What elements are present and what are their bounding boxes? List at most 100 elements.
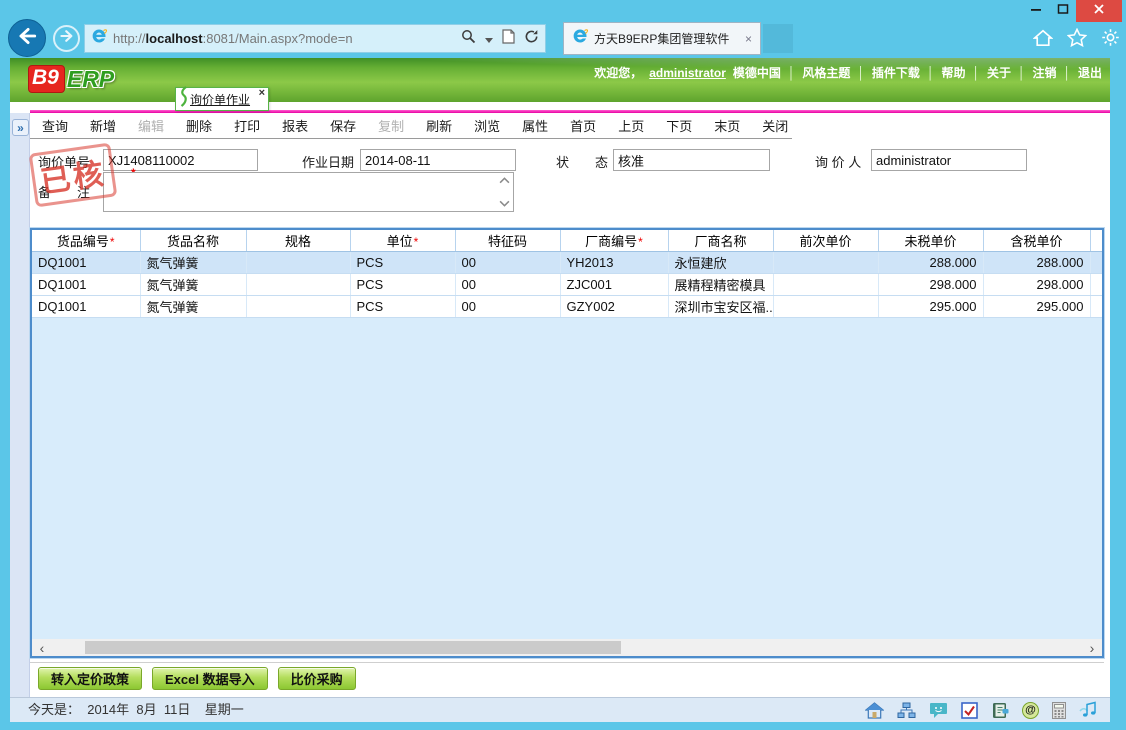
chat-icon[interactable] bbox=[929, 702, 948, 719]
header-link[interactable]: 插件下载 bbox=[872, 64, 920, 81]
address-bar[interactable]: http://localhost:8081/Main.aspx?mode=n bbox=[84, 24, 546, 53]
cell-vendor-name[interactable]: 展精程精密模具 bbox=[668, 273, 773, 295]
toolbar-button[interactable]: 属性 bbox=[522, 116, 548, 135]
cell-vendor-code[interactable]: GZY002 bbox=[560, 295, 668, 317]
column-header[interactable]: 特征码* bbox=[455, 230, 560, 251]
column-header[interactable]: 含税单价* bbox=[983, 230, 1090, 251]
cell-vendor-code[interactable]: YH2013 bbox=[560, 251, 668, 273]
module-tab-label[interactable]: 询价单作业 bbox=[190, 91, 250, 108]
header-link[interactable]: 风格主题 bbox=[802, 64, 850, 81]
scroll-left-icon[interactable]: ‹ bbox=[34, 639, 50, 656]
toolbar-button[interactable]: 上页 bbox=[618, 116, 644, 135]
expand-sidebar-button[interactable]: » bbox=[12, 119, 29, 136]
cell-feature-code[interactable]: 00 bbox=[455, 273, 560, 295]
column-header[interactable]: 单位* bbox=[350, 230, 455, 251]
home-shortcut-icon[interactable] bbox=[865, 702, 884, 719]
column-header[interactable]: 未税单价* bbox=[878, 230, 983, 251]
cell-spec[interactable] bbox=[246, 251, 350, 273]
cell-unit[interactable]: PCS bbox=[350, 273, 455, 295]
toolbar-button[interactable]: 关闭 bbox=[762, 116, 788, 135]
toolbar-button[interactable]: 复制 bbox=[378, 116, 404, 135]
toolbar-button[interactable]: 查询 bbox=[42, 116, 68, 135]
cell-spec[interactable] bbox=[246, 295, 350, 317]
task-check-icon[interactable] bbox=[961, 702, 978, 719]
column-header[interactable]: 货品编号* bbox=[32, 230, 140, 251]
favorites-icon[interactable] bbox=[1067, 28, 1087, 47]
column-header[interactable]: 厂商名称* bbox=[668, 230, 773, 251]
maximize-button[interactable] bbox=[1049, 0, 1076, 22]
toolbar-button[interactable]: 下页 bbox=[666, 116, 692, 135]
cell-prev-price[interactable] bbox=[773, 273, 878, 295]
toolbar-button[interactable]: 打印 bbox=[234, 116, 260, 135]
cell-feature-code[interactable]: 00 bbox=[455, 295, 560, 317]
header-link[interactable]: 关于 bbox=[987, 64, 1011, 81]
close-button[interactable] bbox=[1076, 0, 1122, 22]
toolbar-button[interactable]: 首页 bbox=[570, 116, 596, 135]
toolbar-button[interactable]: 浏览 bbox=[474, 116, 500, 135]
browser-back-button[interactable] bbox=[8, 19, 46, 57]
header-link[interactable]: 注销 bbox=[1032, 64, 1056, 81]
table-row[interactable]: DQ1001氮气弹簧PCS00ZJC001展精程精密模具298.000298.0… bbox=[32, 273, 1102, 295]
toolbar-button[interactable]: 删除 bbox=[186, 116, 212, 135]
settings-icon[interactable] bbox=[1101, 28, 1120, 47]
cell-taxed-price[interactable]: 288.000 bbox=[983, 251, 1090, 273]
cell-pretax-price[interactable]: 295.000 bbox=[878, 295, 983, 317]
module-tab-close-icon[interactable]: × bbox=[259, 88, 265, 98]
cell-goods-name[interactable]: 氮气弹簧 bbox=[140, 273, 246, 295]
caret-down-icon[interactable] bbox=[485, 30, 493, 48]
cell-vendor-code[interactable]: ZJC001 bbox=[560, 273, 668, 295]
header-link[interactable]: 帮助 bbox=[941, 64, 965, 81]
cell-goods-code[interactable]: DQ1001 bbox=[32, 251, 140, 273]
toolbar-button[interactable]: 报表 bbox=[282, 116, 308, 135]
toolbar-button[interactable]: 新增 bbox=[90, 116, 116, 135]
cell-pretax-price[interactable]: 288.000 bbox=[878, 251, 983, 273]
inquirer-input[interactable] bbox=[871, 149, 1027, 171]
scrollbar-thumb[interactable] bbox=[85, 641, 621, 654]
status-input[interactable] bbox=[613, 149, 770, 171]
toolbar-button[interactable]: 保存 bbox=[330, 116, 356, 135]
module-tab-inquiry[interactable]: 询价单作业 × bbox=[175, 87, 269, 111]
browser-forward-button[interactable] bbox=[53, 25, 80, 52]
cell-unit[interactable]: PCS bbox=[350, 251, 455, 273]
calculator-icon[interactable] bbox=[1052, 702, 1066, 719]
horizontal-scrollbar[interactable]: ‹ › bbox=[32, 639, 1102, 656]
column-header[interactable]: 前次单价* bbox=[773, 230, 878, 251]
username-link[interactable]: administrator bbox=[649, 66, 726, 80]
page-icon[interactable] bbox=[502, 29, 515, 49]
order-no-input[interactable] bbox=[103, 149, 258, 171]
cell-vendor-name[interactable]: 永恒建欣 bbox=[668, 251, 773, 273]
footer-button[interactable]: 转入定价政策 bbox=[38, 667, 142, 690]
cell-unit[interactable]: PCS bbox=[350, 295, 455, 317]
column-header[interactable]: 货品名称* bbox=[140, 230, 246, 251]
cell-prev-price[interactable] bbox=[773, 295, 878, 317]
scroll-right-icon[interactable]: › bbox=[1084, 639, 1100, 656]
table-row[interactable]: DQ1001氮气弹簧 PCS00GZY002深圳市宝安区福... 295.00029… bbox=[32, 295, 1102, 317]
refresh-icon[interactable] bbox=[524, 29, 539, 49]
remark-textarea[interactable] bbox=[103, 172, 514, 212]
footer-button[interactable]: Excel 数据导入 bbox=[152, 667, 268, 690]
cell-spec[interactable] bbox=[246, 273, 350, 295]
toolbar-button[interactable]: 末页 bbox=[714, 116, 740, 135]
url-text[interactable]: http://localhost:8081/Main.aspx?mode=n bbox=[113, 31, 461, 46]
cell-taxed-price[interactable]: 295.000 bbox=[983, 295, 1090, 317]
table-row[interactable]: DQ1001氮气弹簧 PCS00YH2013永恒建欣 288.000288.000 bbox=[32, 251, 1102, 273]
scroll-up-icon[interactable] bbox=[499, 177, 510, 184]
org-chart-icon[interactable] bbox=[897, 702, 916, 719]
toolbar-button[interactable]: 编辑 bbox=[138, 116, 164, 135]
header-link[interactable]: 模德中国 bbox=[733, 64, 781, 81]
work-date-input[interactable] bbox=[360, 149, 516, 171]
cell-feature-code[interactable]: 00 bbox=[455, 251, 560, 273]
column-header[interactable]: 厂商编号* bbox=[560, 230, 668, 251]
address-book-icon[interactable] bbox=[991, 702, 1009, 719]
header-link[interactable]: 退出 bbox=[1078, 64, 1102, 81]
new-tab-button[interactable] bbox=[763, 24, 793, 53]
toolbar-button[interactable]: 刷新 bbox=[426, 116, 452, 135]
cell-goods-name[interactable]: 氮气弹簧 bbox=[140, 295, 246, 317]
search-icon[interactable] bbox=[461, 29, 476, 49]
email-at-icon[interactable]: @ bbox=[1022, 702, 1039, 719]
cell-vendor-name[interactable]: 深圳市宝安区福... bbox=[668, 295, 773, 317]
cell-taxed-price[interactable]: 298.000 bbox=[983, 273, 1090, 295]
footer-button[interactable]: 比价采购 bbox=[278, 667, 356, 690]
cell-goods-code[interactable]: DQ1001 bbox=[32, 295, 140, 317]
cell-goods-name[interactable]: 氮气弹簧 bbox=[140, 251, 246, 273]
